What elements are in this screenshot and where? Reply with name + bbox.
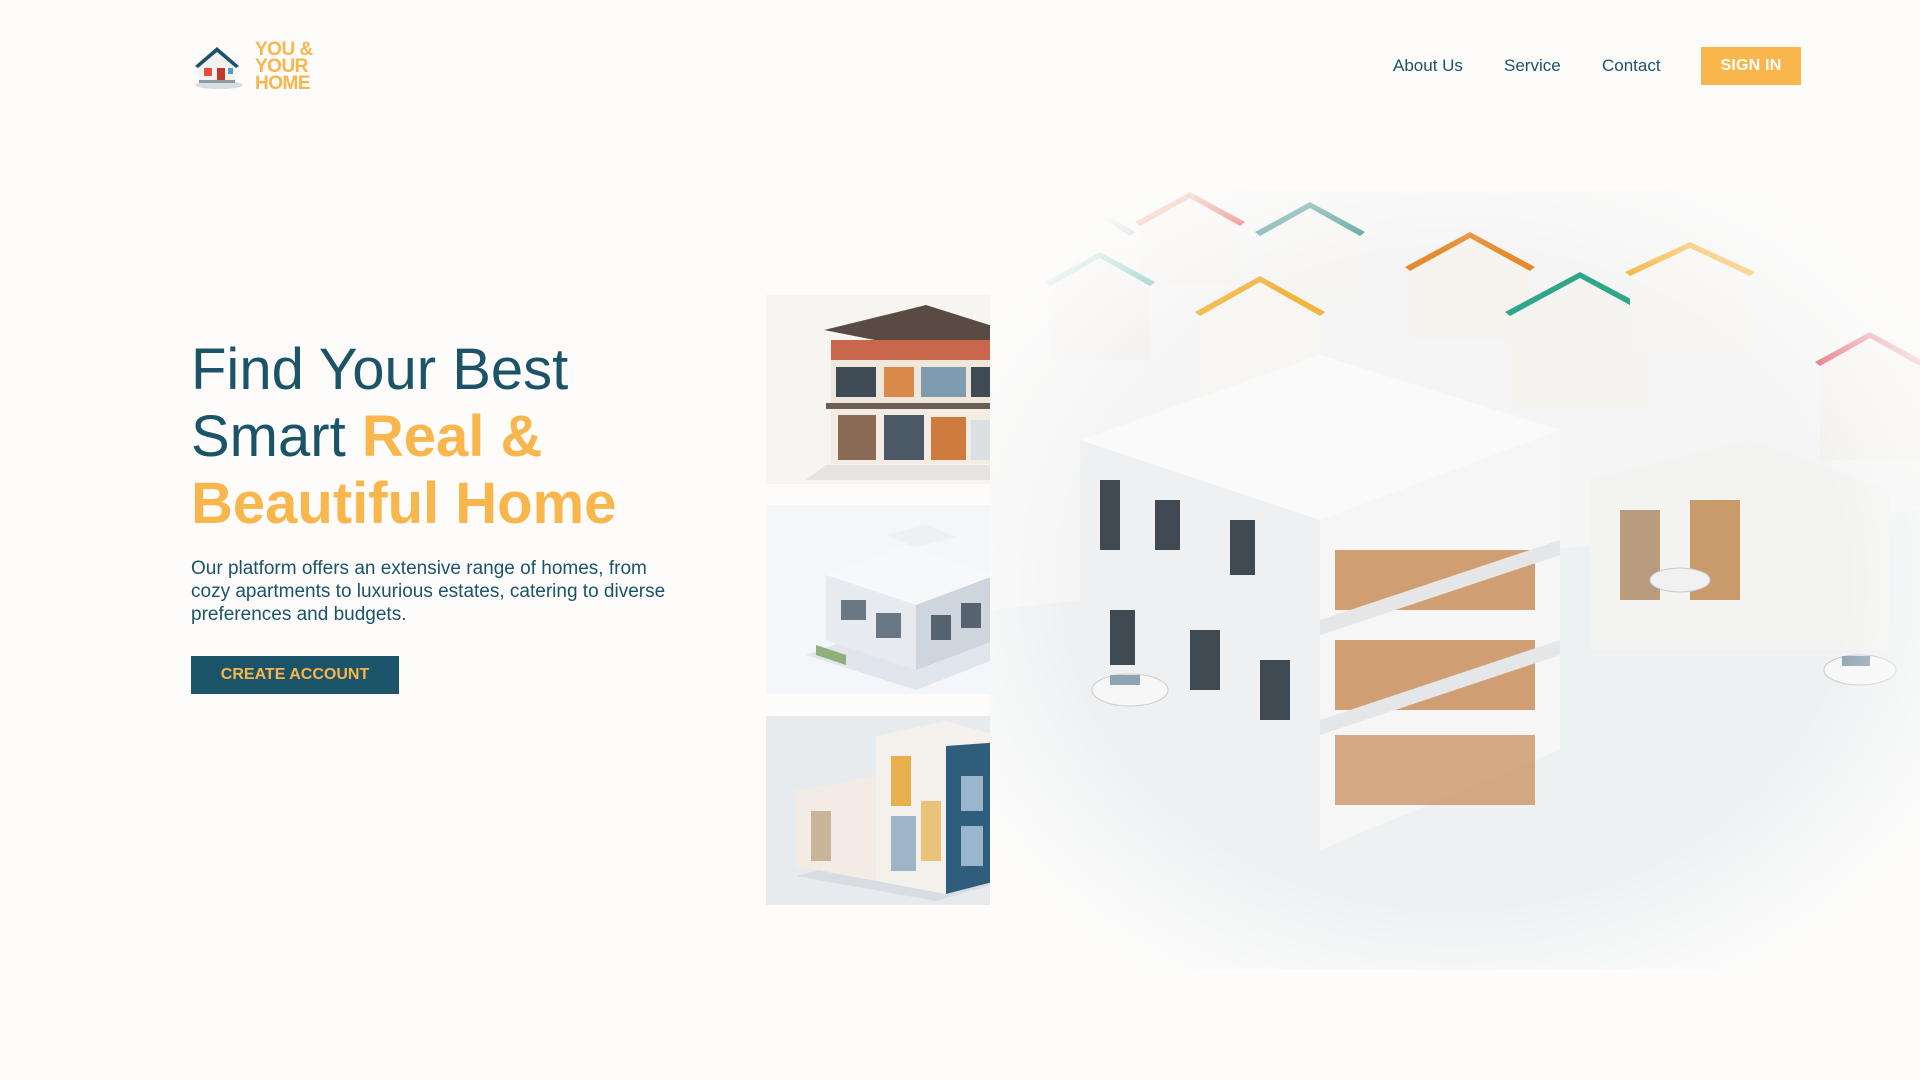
logo[interactable]: YOU & YOUR HOME: [191, 38, 313, 94]
logo-line-2: YOUR: [255, 55, 308, 77]
nav-service[interactable]: Service: [1504, 47, 1561, 85]
logo-text: YOU & YOUR HOME: [255, 38, 313, 94]
hero-title-line-3-accent: Beautiful Home: [191, 471, 617, 536]
site-header: YOU & YOUR HOME About Us Service Contact…: [0, 0, 1920, 140]
nav-contact[interactable]: Contact: [1602, 47, 1661, 85]
sign-in-button[interactable]: SIGN IN: [1701, 47, 1801, 85]
hero-title-line-2-plain: Smart: [191, 404, 362, 469]
logo-line-1: YOU &: [255, 38, 313, 60]
nav-about-us[interactable]: About Us: [1393, 47, 1463, 85]
create-account-button[interactable]: CREATE ACCOUNT: [191, 656, 399, 694]
neighborhood-illustration: [990, 190, 1920, 970]
hero-description: Our platform offers an extensive range o…: [191, 558, 666, 625]
hero-title-line-2-accent: Real &: [361, 404, 543, 469]
house-icon: [195, 47, 243, 89]
logo-line-3: HOME: [255, 72, 310, 94]
hero-title: Find Your Best Smart Real & Beautiful Ho…: [191, 336, 751, 537]
hero-title-line-1: Find Your Best: [191, 337, 569, 402]
